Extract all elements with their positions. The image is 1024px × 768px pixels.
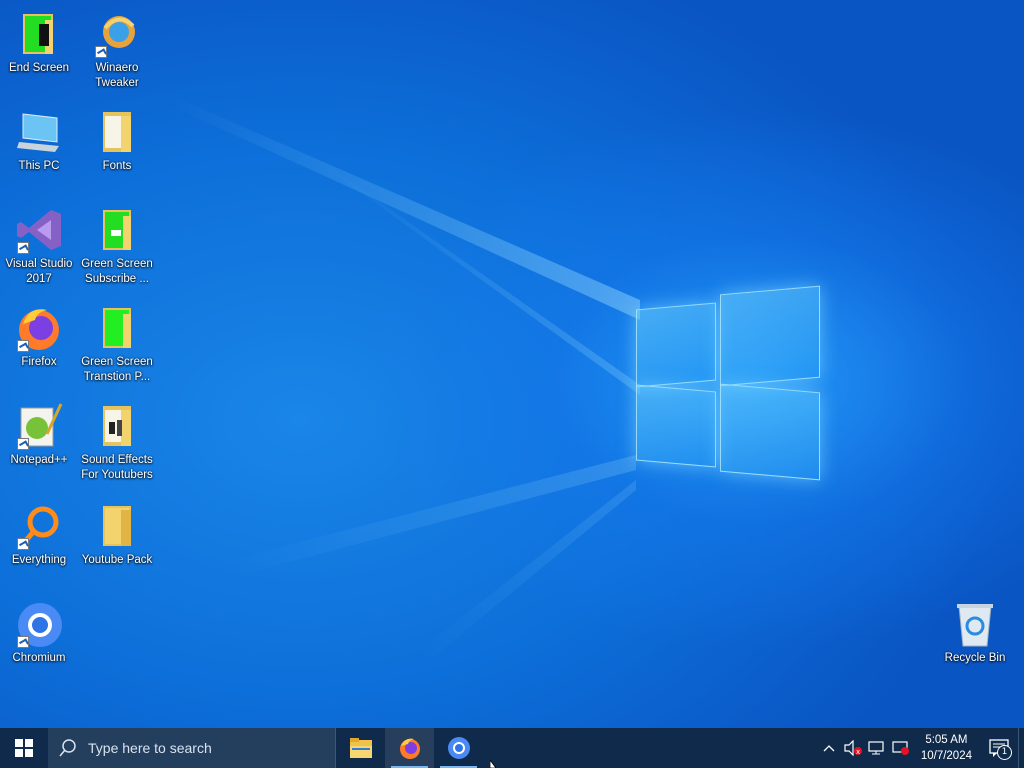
desktop-icon-sound-effects[interactable]: Sound Effects For Youtubers bbox=[78, 402, 156, 483]
taskbar: Type here to search x 5:05 AM 10/7/2024 … bbox=[0, 728, 1024, 768]
search-icon bbox=[48, 739, 88, 757]
icon-label: End Screen bbox=[8, 62, 70, 74]
icon-label: Visual Studio 2017 bbox=[5, 258, 73, 285]
everything-search-icon bbox=[15, 502, 63, 550]
desktop-icon-green-screen-transition[interactable]: Green Screen Transtion P... bbox=[78, 304, 156, 385]
desktop-icon-winaero-tweaker[interactable]: Winaero Tweaker bbox=[78, 10, 156, 91]
network-button[interactable] bbox=[865, 728, 889, 768]
action-center-button[interactable]: 1 bbox=[980, 728, 1018, 768]
show-desktop-button[interactable] bbox=[1018, 728, 1024, 768]
desktop-icon-notepadpp[interactable]: Notepad++ bbox=[0, 402, 78, 468]
start-button[interactable] bbox=[0, 728, 48, 768]
desktop-icon-end-screen[interactable]: End Screen bbox=[0, 10, 78, 76]
monitor-alert-icon bbox=[892, 741, 909, 755]
icon-label: Winaero Tweaker bbox=[95, 62, 139, 89]
chevron-up-icon bbox=[823, 745, 835, 752]
firefox-icon bbox=[15, 304, 63, 352]
desktop-icon-visual-studio[interactable]: Visual Studio 2017 bbox=[0, 206, 78, 287]
search-placeholder: Type here to search bbox=[88, 740, 212, 756]
desktop-icon-firefox[interactable]: Firefox bbox=[0, 304, 78, 370]
notepadpp-icon bbox=[15, 402, 63, 450]
shortcut-arrow-icon bbox=[17, 438, 29, 450]
desktop-icon-chromium[interactable]: Chromium bbox=[0, 600, 78, 666]
folder-icon bbox=[93, 108, 141, 156]
svg-text:x: x bbox=[856, 748, 860, 756]
shortcut-arrow-icon bbox=[17, 340, 29, 352]
folder-icon bbox=[93, 502, 141, 550]
icon-label: Recycle Bin bbox=[944, 652, 1006, 664]
show-hidden-icons-button[interactable] bbox=[817, 728, 841, 768]
volume-button[interactable]: x bbox=[841, 728, 865, 768]
desktop[interactable]: End Screen This PC Visual Studio 2017 Fi… bbox=[0, 0, 1024, 728]
shortcut-arrow-icon bbox=[17, 636, 29, 648]
shortcut-arrow-icon bbox=[17, 538, 29, 550]
notification-badge: 1 bbox=[997, 745, 1012, 760]
folder-audio-icon bbox=[93, 402, 141, 450]
chromium-icon bbox=[447, 737, 470, 759]
folder-green-icon bbox=[93, 206, 141, 254]
icon-label: Firefox bbox=[21, 356, 57, 368]
clock-date: 10/7/2024 bbox=[920, 750, 972, 762]
shortcut-arrow-icon bbox=[95, 46, 107, 58]
windows-logo-wallpaper bbox=[636, 285, 822, 481]
visual-studio-icon bbox=[15, 206, 63, 254]
icon-label: Chromium bbox=[12, 652, 66, 664]
icon-label: Green Screen Transtion P... bbox=[81, 356, 153, 383]
icon-label: Fonts bbox=[102, 160, 132, 172]
taskbar-clock[interactable]: 5:05 AM 10/7/2024 bbox=[913, 732, 980, 764]
firefox-icon bbox=[399, 738, 420, 759]
desktop-icon-youtube-pack[interactable]: Youtube Pack bbox=[78, 502, 156, 568]
taskbar-chromium[interactable] bbox=[434, 728, 483, 768]
taskbar-search-box[interactable]: Type here to search bbox=[48, 728, 336, 768]
winaero-icon bbox=[93, 10, 141, 58]
volume-muted-icon: x bbox=[844, 740, 862, 756]
mouse-cursor-icon bbox=[490, 760, 497, 768]
shortcut-arrow-icon bbox=[17, 242, 29, 254]
desktop-icon-green-screen-subscribe[interactable]: Green Screen Subscribe ... bbox=[78, 206, 156, 287]
system-tray: x 5:05 AM 10/7/2024 1 bbox=[817, 728, 1024, 768]
computer-icon bbox=[15, 108, 63, 156]
file-explorer-icon bbox=[349, 738, 372, 758]
desktop-icon-fonts[interactable]: Fonts bbox=[78, 108, 156, 174]
network-icon bbox=[868, 741, 884, 755]
chromium-icon bbox=[15, 600, 63, 648]
clock-time: 5:05 AM bbox=[925, 734, 968, 746]
desktop-icon-recycle-bin[interactable]: Recycle Bin bbox=[936, 600, 1014, 666]
windows-start-icon bbox=[15, 739, 33, 757]
icon-label: This PC bbox=[18, 160, 60, 172]
security-button[interactable] bbox=[889, 728, 913, 768]
icon-label: Everything bbox=[11, 554, 67, 566]
recycle-bin-icon bbox=[951, 600, 999, 648]
icon-label: Notepad++ bbox=[10, 454, 68, 466]
folder-green-icon bbox=[93, 304, 141, 352]
desktop-icon-this-pc[interactable]: This PC bbox=[0, 108, 78, 174]
desktop-icon-everything[interactable]: Everything bbox=[0, 502, 78, 568]
taskbar-file-explorer[interactable] bbox=[336, 728, 385, 768]
folder-green-icon bbox=[15, 10, 63, 58]
icon-label: Youtube Pack bbox=[81, 554, 153, 566]
taskbar-firefox[interactable] bbox=[385, 728, 434, 768]
icon-label: Green Screen Subscribe ... bbox=[81, 258, 153, 285]
icon-label: Sound Effects For Youtubers bbox=[81, 454, 153, 481]
